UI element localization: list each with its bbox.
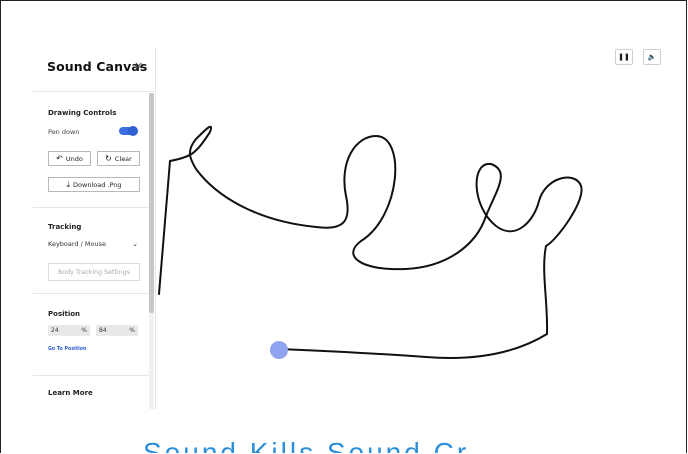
section-divider — [33, 207, 149, 208]
sidebar-scrollbar[interactable] — [149, 93, 154, 409]
close-sidebar-button[interactable]: × — [134, 59, 143, 72]
pen-down-toggle[interactable] — [119, 126, 138, 136]
drawing-canvas[interactable] — [156, 1, 687, 453]
clear-button[interactable]: ↻ Clear — [97, 151, 140, 166]
app-frame: Sound Canvas × Drawing Controls Pen down… — [0, 0, 687, 453]
volume-button[interactable]: 🔈 — [643, 49, 661, 65]
position-heading: Position — [48, 310, 81, 318]
download-label: Download .Png — [73, 180, 122, 189]
position-y-field[interactable]: % — [96, 325, 138, 336]
drawing-controls-heading: Drawing Controls — [48, 109, 117, 117]
position-x-input[interactable] — [51, 327, 73, 334]
section-divider — [33, 375, 149, 376]
tracking-mode-select[interactable]: Keyboard / Mouse ⌄ — [48, 237, 138, 251]
tracking-heading: Tracking — [48, 223, 82, 231]
go-to-position-link[interactable]: Go To Position — [48, 347, 86, 352]
learn-more-heading[interactable]: Learn More — [48, 389, 93, 397]
sidebar-header: Sound Canvas × — [33, 47, 155, 92]
volume-icon: 🔈 — [647, 53, 657, 61]
pause-button[interactable]: ❚❚ — [615, 49, 633, 65]
position-x-unit: % — [81, 327, 87, 334]
cursor-position-marker[interactable] — [270, 341, 288, 359]
pen-down-label: Pen down — [48, 128, 80, 136]
download-png-button[interactable]: ⤓ Download .Png — [48, 177, 140, 192]
section-divider — [33, 293, 149, 294]
app-title: Sound Canvas — [47, 59, 148, 74]
download-icon: ⤓ — [66, 179, 71, 189]
undo-label: Undo — [65, 154, 83, 163]
body-tracking-settings-button[interactable]: Body Tracking Settings — [48, 263, 140, 281]
position-y-unit: % — [129, 327, 135, 334]
clear-label: Clear — [114, 154, 132, 163]
pause-icon: ❚❚ — [618, 53, 630, 61]
sidebar-panel: Sound Canvas × Drawing Controls Pen down… — [33, 47, 156, 409]
undo-icon: ↶ — [56, 153, 63, 163]
clear-icon: ↻ — [105, 153, 112, 163]
scrollbar-thumb[interactable] — [149, 93, 154, 313]
position-x-field[interactable]: % — [48, 325, 90, 336]
tracking-mode-value: Keyboard / Mouse — [48, 240, 106, 248]
position-y-input[interactable] — [99, 327, 121, 334]
chevron-down-icon: ⌄ — [132, 240, 138, 248]
undo-button[interactable]: ↶ Undo — [48, 151, 91, 166]
drawn-stroke — [158, 125, 583, 360]
page-title: Sound Kills Sound Cr — [143, 437, 470, 453]
